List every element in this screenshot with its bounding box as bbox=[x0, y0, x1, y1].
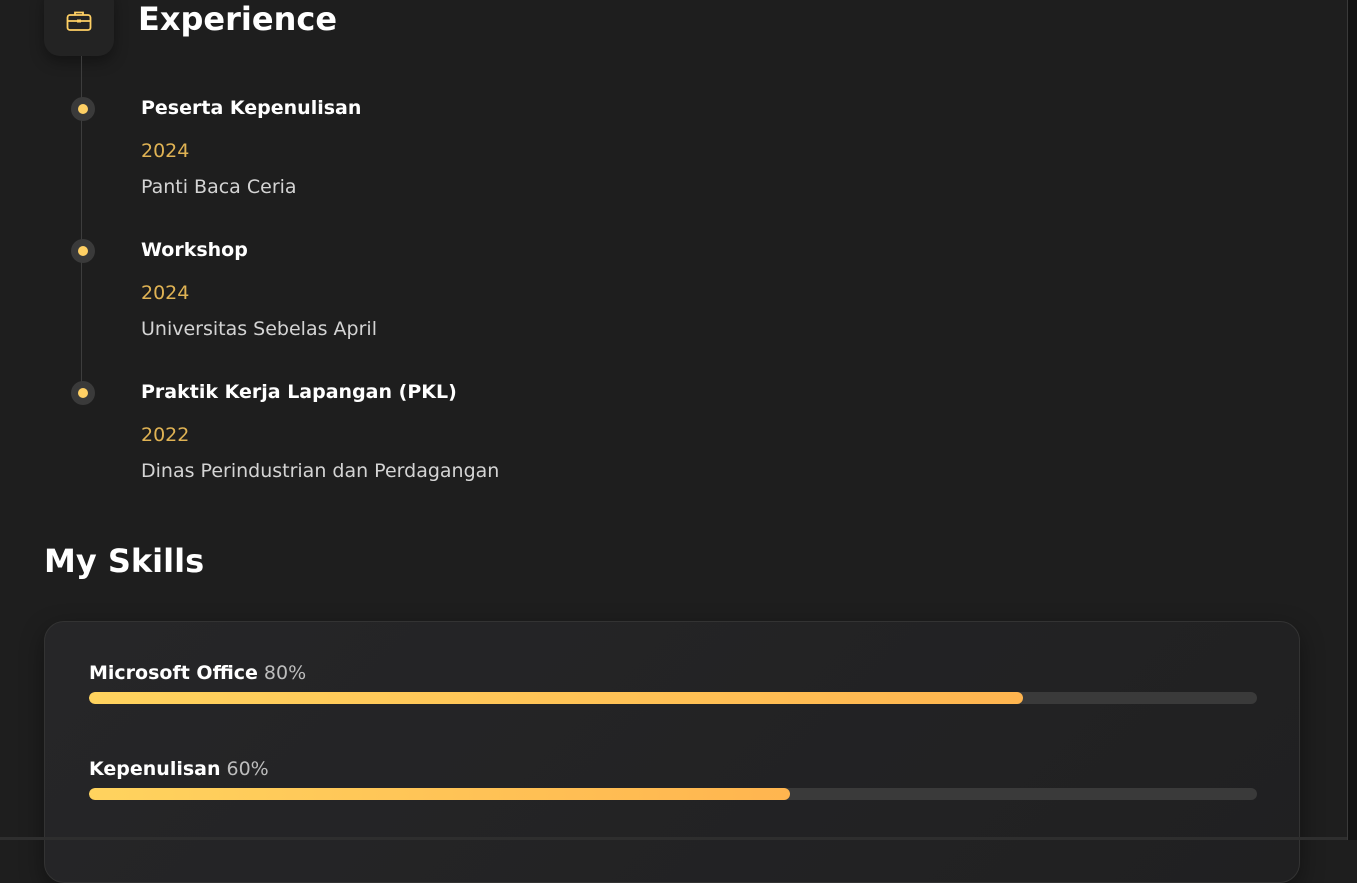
skill-name: Kepenulisan bbox=[89, 758, 221, 780]
timeline-dot bbox=[71, 97, 95, 121]
skill-percent: 60% bbox=[226, 758, 269, 780]
item-year: 2024 bbox=[141, 282, 190, 304]
skill-bar-fill bbox=[89, 692, 1024, 704]
skills-card: Microsoft Office 80% Kepenulisan 60% bbox=[44, 621, 1300, 883]
skill-bar-fill bbox=[89, 788, 790, 800]
timeline-dot bbox=[71, 381, 95, 405]
item-year: 2024 bbox=[141, 140, 190, 162]
item-place: Dinas Perindustrian dan Perdagangan bbox=[141, 460, 500, 482]
experience-icon-box bbox=[44, 0, 114, 56]
skill-item: Kepenulisan 60% bbox=[89, 758, 1257, 800]
skill-percent: 80% bbox=[263, 662, 307, 684]
experience-title: Experience bbox=[138, 0, 338, 38]
skill-item: Microsoft Office 80% bbox=[89, 662, 1257, 704]
item-title: Peserta Kepenulisan bbox=[141, 97, 362, 119]
item-place: Universitas Sebelas April bbox=[141, 318, 377, 340]
skill-bar bbox=[89, 788, 1257, 800]
item-place: Panti Baca Ceria bbox=[141, 176, 297, 198]
skill-name: Microsoft Office bbox=[89, 662, 258, 684]
item-title: Praktik Kerja Lapangan (PKL) bbox=[141, 381, 457, 403]
item-year: 2022 bbox=[141, 424, 190, 446]
skills-title: My Skills bbox=[44, 542, 205, 580]
item-title: Workshop bbox=[141, 239, 248, 261]
skill-bar bbox=[89, 692, 1257, 704]
scrollbar[interactable] bbox=[1347, 0, 1357, 840]
briefcase-icon bbox=[66, 11, 92, 31]
timeline-dot bbox=[71, 239, 95, 263]
